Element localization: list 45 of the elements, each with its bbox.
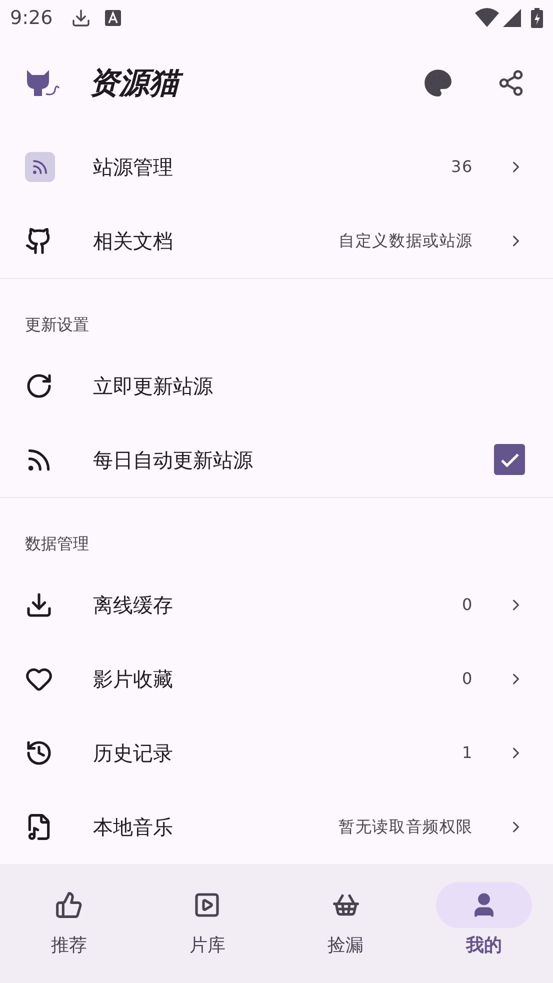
row-value: 0 xyxy=(462,668,473,690)
row-label: 立即更新站源 xyxy=(93,372,214,400)
row-label: 每日自动更新站源 xyxy=(93,446,254,474)
settings-row[interactable]: 相关文档 自定义数据或站源 xyxy=(0,204,553,278)
row-label: 历史记录 xyxy=(93,740,174,767)
settings-row[interactable]: 影片收藏 0 xyxy=(0,642,553,716)
settings-row[interactable]: 立即更新站源 xyxy=(0,348,553,423)
nav-tab[interactable]: 推荐 xyxy=(0,882,138,983)
refresh-icon xyxy=(25,372,53,400)
row-value: 36 xyxy=(451,156,473,178)
download-icon xyxy=(25,590,53,619)
nav-tab[interactable]: 捡漏 xyxy=(276,882,415,983)
download-icon xyxy=(70,8,91,28)
status-time: 9:26 xyxy=(10,6,53,32)
settings-row[interactable]: 站源管理 36 xyxy=(0,130,553,204)
settings-row[interactable]: 每日自动更新站源 xyxy=(0,422,553,497)
cat-logo-icon xyxy=(25,68,61,98)
row-label: 本地音乐 xyxy=(93,814,174,841)
row-label: 影片收藏 xyxy=(93,666,174,693)
section-header: 数据管理 xyxy=(24,532,90,555)
checkbox[interactable] xyxy=(494,444,525,476)
notification-app-icon xyxy=(104,10,121,26)
row-value: 1 xyxy=(462,742,473,764)
settings-row[interactable]: 离线缓存 0 xyxy=(0,568,553,642)
settings-row[interactable]: 历史记录 1 xyxy=(0,716,553,790)
row-value: 0 xyxy=(462,594,473,616)
video-library-icon xyxy=(193,890,222,919)
app-title: 资源猫 xyxy=(89,60,423,106)
history-icon xyxy=(25,738,53,767)
row-value: 自定义数据或站源 xyxy=(338,230,473,252)
signal-icon xyxy=(503,9,521,28)
palette-icon[interactable] xyxy=(423,68,453,98)
nav-tab[interactable]: 我的 xyxy=(414,882,553,983)
nav-tab[interactable]: 片库 xyxy=(138,882,276,983)
battery-icon xyxy=(531,8,543,28)
row-label: 站源管理 xyxy=(93,154,174,181)
section-header: 更新设置 xyxy=(24,314,90,336)
rss-icon xyxy=(25,152,55,182)
share-icon[interactable] xyxy=(497,69,525,98)
wifi-icon xyxy=(475,8,499,28)
row-label: 相关文档 xyxy=(93,228,174,255)
row-value: 暂无读取音频权限 xyxy=(338,816,473,838)
settings-row[interactable]: 本地音乐 暂无读取音频权限 xyxy=(0,790,553,864)
row-label: 离线缓存 xyxy=(93,592,174,619)
thumbs-up-icon xyxy=(55,890,84,919)
